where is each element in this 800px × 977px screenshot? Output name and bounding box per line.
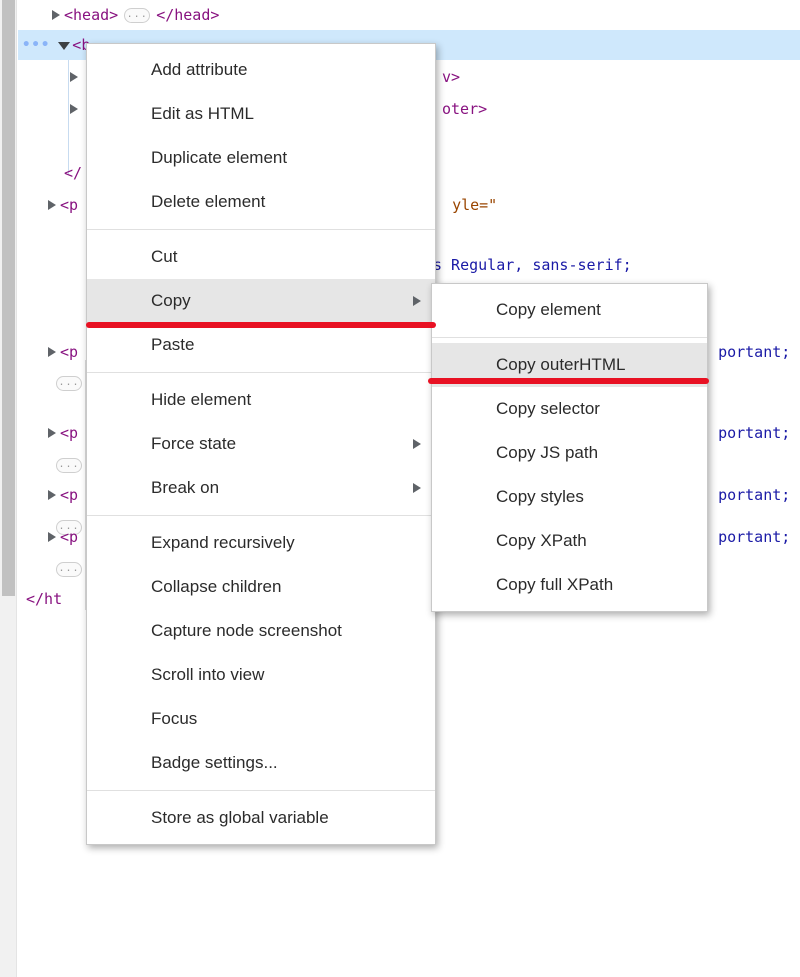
menu-item-paste[interactable]: Paste [87, 323, 435, 367]
menu-separator [87, 515, 435, 516]
menu-item-label: Copy outerHTML [496, 355, 625, 374]
dom-css-font-fragment: s Regular, sans-serif; [433, 250, 632, 280]
dom-tag-html-close-fragment: </ht [26, 584, 62, 614]
menu-item-edit-as-html[interactable]: Edit as HTML [87, 92, 435, 136]
expand-triangle-icon[interactable] [44, 522, 60, 552]
menu-separator [432, 337, 707, 338]
menu-item-badge-settings[interactable]: Badge settings... [87, 741, 435, 785]
collapsed-children-ellipsis-icon[interactable]: ... [56, 562, 82, 577]
menu-item-label: Paste [151, 335, 194, 354]
dom-css-important-fragment: portant; [718, 418, 790, 448]
node-badge-dots-icon[interactable]: ••• [22, 30, 50, 60]
menu-item-scroll-into-view[interactable]: Scroll into view [87, 653, 435, 697]
menu-item-copy[interactable]: Copy [87, 279, 435, 323]
submenu-arrow-icon [413, 439, 421, 449]
submenu-item-copy-selector[interactable]: Copy selector [432, 387, 707, 431]
dom-row-head[interactable]: <head> ... </head> [18, 0, 800, 30]
menu-item-add-attribute[interactable]: Add attribute [87, 48, 435, 92]
menu-item-label: Copy full XPath [496, 575, 613, 594]
dom-tag-footer-fragment: oter> [442, 94, 487, 124]
dom-tag-head-open: <head> [64, 0, 118, 30]
dom-tag-head-close: </head> [156, 0, 219, 30]
menu-item-label: Hide element [151, 390, 251, 409]
menu-item-store-as-global-variable[interactable]: Store as global variable [87, 796, 435, 840]
menu-item-label: Badge settings... [151, 753, 278, 772]
dom-tag-close-fragment: </ [64, 158, 82, 188]
menu-item-label: Store as global variable [151, 808, 329, 827]
collapsed-children-ellipsis-icon[interactable]: ... [124, 8, 150, 23]
expand-triangle-icon[interactable] [44, 480, 60, 510]
menu-item-label: Add attribute [151, 60, 247, 79]
menu-separator [87, 790, 435, 791]
dom-css-important-fragment: portant; [718, 522, 790, 552]
menu-item-duplicate-element[interactable]: Duplicate element [87, 136, 435, 180]
collapsed-children-ellipsis-icon[interactable]: ... [56, 458, 82, 473]
dom-tag-p-open: <p [60, 418, 78, 448]
menu-item-hide-element[interactable]: Hide element [87, 378, 435, 422]
expand-triangle-icon[interactable] [66, 62, 82, 92]
expand-triangle-icon[interactable] [44, 190, 60, 220]
devtools-elements-panel: <head> ... </head> ••• <b v> oter> [0, 0, 800, 977]
menu-item-focus[interactable]: Focus [87, 697, 435, 741]
dom-tag-p-open: <p [60, 522, 78, 552]
dom-css-important-fragment: portant; [718, 337, 790, 367]
menu-item-label: Copy JS path [496, 443, 598, 462]
menu-separator [87, 229, 435, 230]
menu-item-collapse-children[interactable]: Collapse children [87, 565, 435, 609]
menu-item-label: Capture node screenshot [151, 621, 342, 640]
red-underline-outerhtml-annotation [428, 378, 709, 384]
menu-item-capture-node-screenshot[interactable]: Capture node screenshot [87, 609, 435, 653]
expand-triangle-icon[interactable] [48, 0, 64, 30]
menu-item-label: Force state [151, 434, 236, 453]
dom-css-important-fragment: portant; [718, 480, 790, 510]
submenu-item-copy-full-xpath[interactable]: Copy full XPath [432, 563, 707, 607]
menu-item-label: Copy selector [496, 399, 600, 418]
menu-item-label: Focus [151, 709, 197, 728]
submenu-arrow-icon [413, 483, 421, 493]
menu-item-break-on[interactable]: Break on [87, 466, 435, 510]
menu-item-label: Copy element [496, 300, 601, 319]
submenu-item-copy-js-path[interactable]: Copy JS path [432, 431, 707, 475]
red-underline-copy-annotation [86, 322, 436, 328]
menu-item-label: Copy [151, 291, 191, 310]
collapsed-children-ellipsis-icon[interactable]: ... [56, 376, 82, 391]
menu-item-force-state[interactable]: Force state [87, 422, 435, 466]
menu-separator [87, 372, 435, 373]
submenu-arrow-icon [413, 296, 421, 306]
submenu-item-copy-xpath[interactable]: Copy XPath [432, 519, 707, 563]
menu-item-label: Scroll into view [151, 665, 264, 684]
menu-item-label: Copy XPath [496, 531, 587, 550]
copy-submenu[interactable]: Copy element Copy outerHTML Copy selecto… [431, 283, 708, 612]
menu-item-label: Cut [151, 247, 177, 266]
submenu-item-copy-styles[interactable]: Copy styles [432, 475, 707, 519]
element-context-menu[interactable]: Add attribute Edit as HTML Duplicate ele… [86, 43, 436, 845]
dom-attr-style-fragment: yle=" [452, 190, 497, 220]
menu-item-label: Duplicate element [151, 148, 287, 167]
scrollbar-thumb[interactable] [2, 0, 15, 596]
menu-item-label: Collapse children [151, 577, 281, 596]
menu-item-label: Expand recursively [151, 533, 295, 552]
menu-item-label: Copy styles [496, 487, 584, 506]
dom-tag-p-open: <p [60, 190, 78, 220]
menu-item-expand-recursively[interactable]: Expand recursively [87, 521, 435, 565]
menu-item-cut[interactable]: Cut [87, 235, 435, 279]
expand-triangle-icon[interactable] [66, 94, 82, 124]
menu-item-label: Delete element [151, 192, 265, 211]
expand-triangle-icon[interactable] [44, 337, 60, 367]
submenu-item-copy-element[interactable]: Copy element [432, 288, 707, 332]
dom-tag-p-open: <p [60, 480, 78, 510]
menu-item-label: Edit as HTML [151, 104, 254, 123]
dom-tag-div-fragment: v> [442, 62, 460, 92]
vertical-scrollbar[interactable] [0, 0, 17, 977]
collapse-triangle-icon[interactable] [56, 30, 72, 60]
menu-item-label: Break on [151, 478, 219, 497]
menu-item-delete-element[interactable]: Delete element [87, 180, 435, 224]
expand-triangle-icon[interactable] [44, 418, 60, 448]
dom-tag-p-open: <p [60, 337, 78, 367]
